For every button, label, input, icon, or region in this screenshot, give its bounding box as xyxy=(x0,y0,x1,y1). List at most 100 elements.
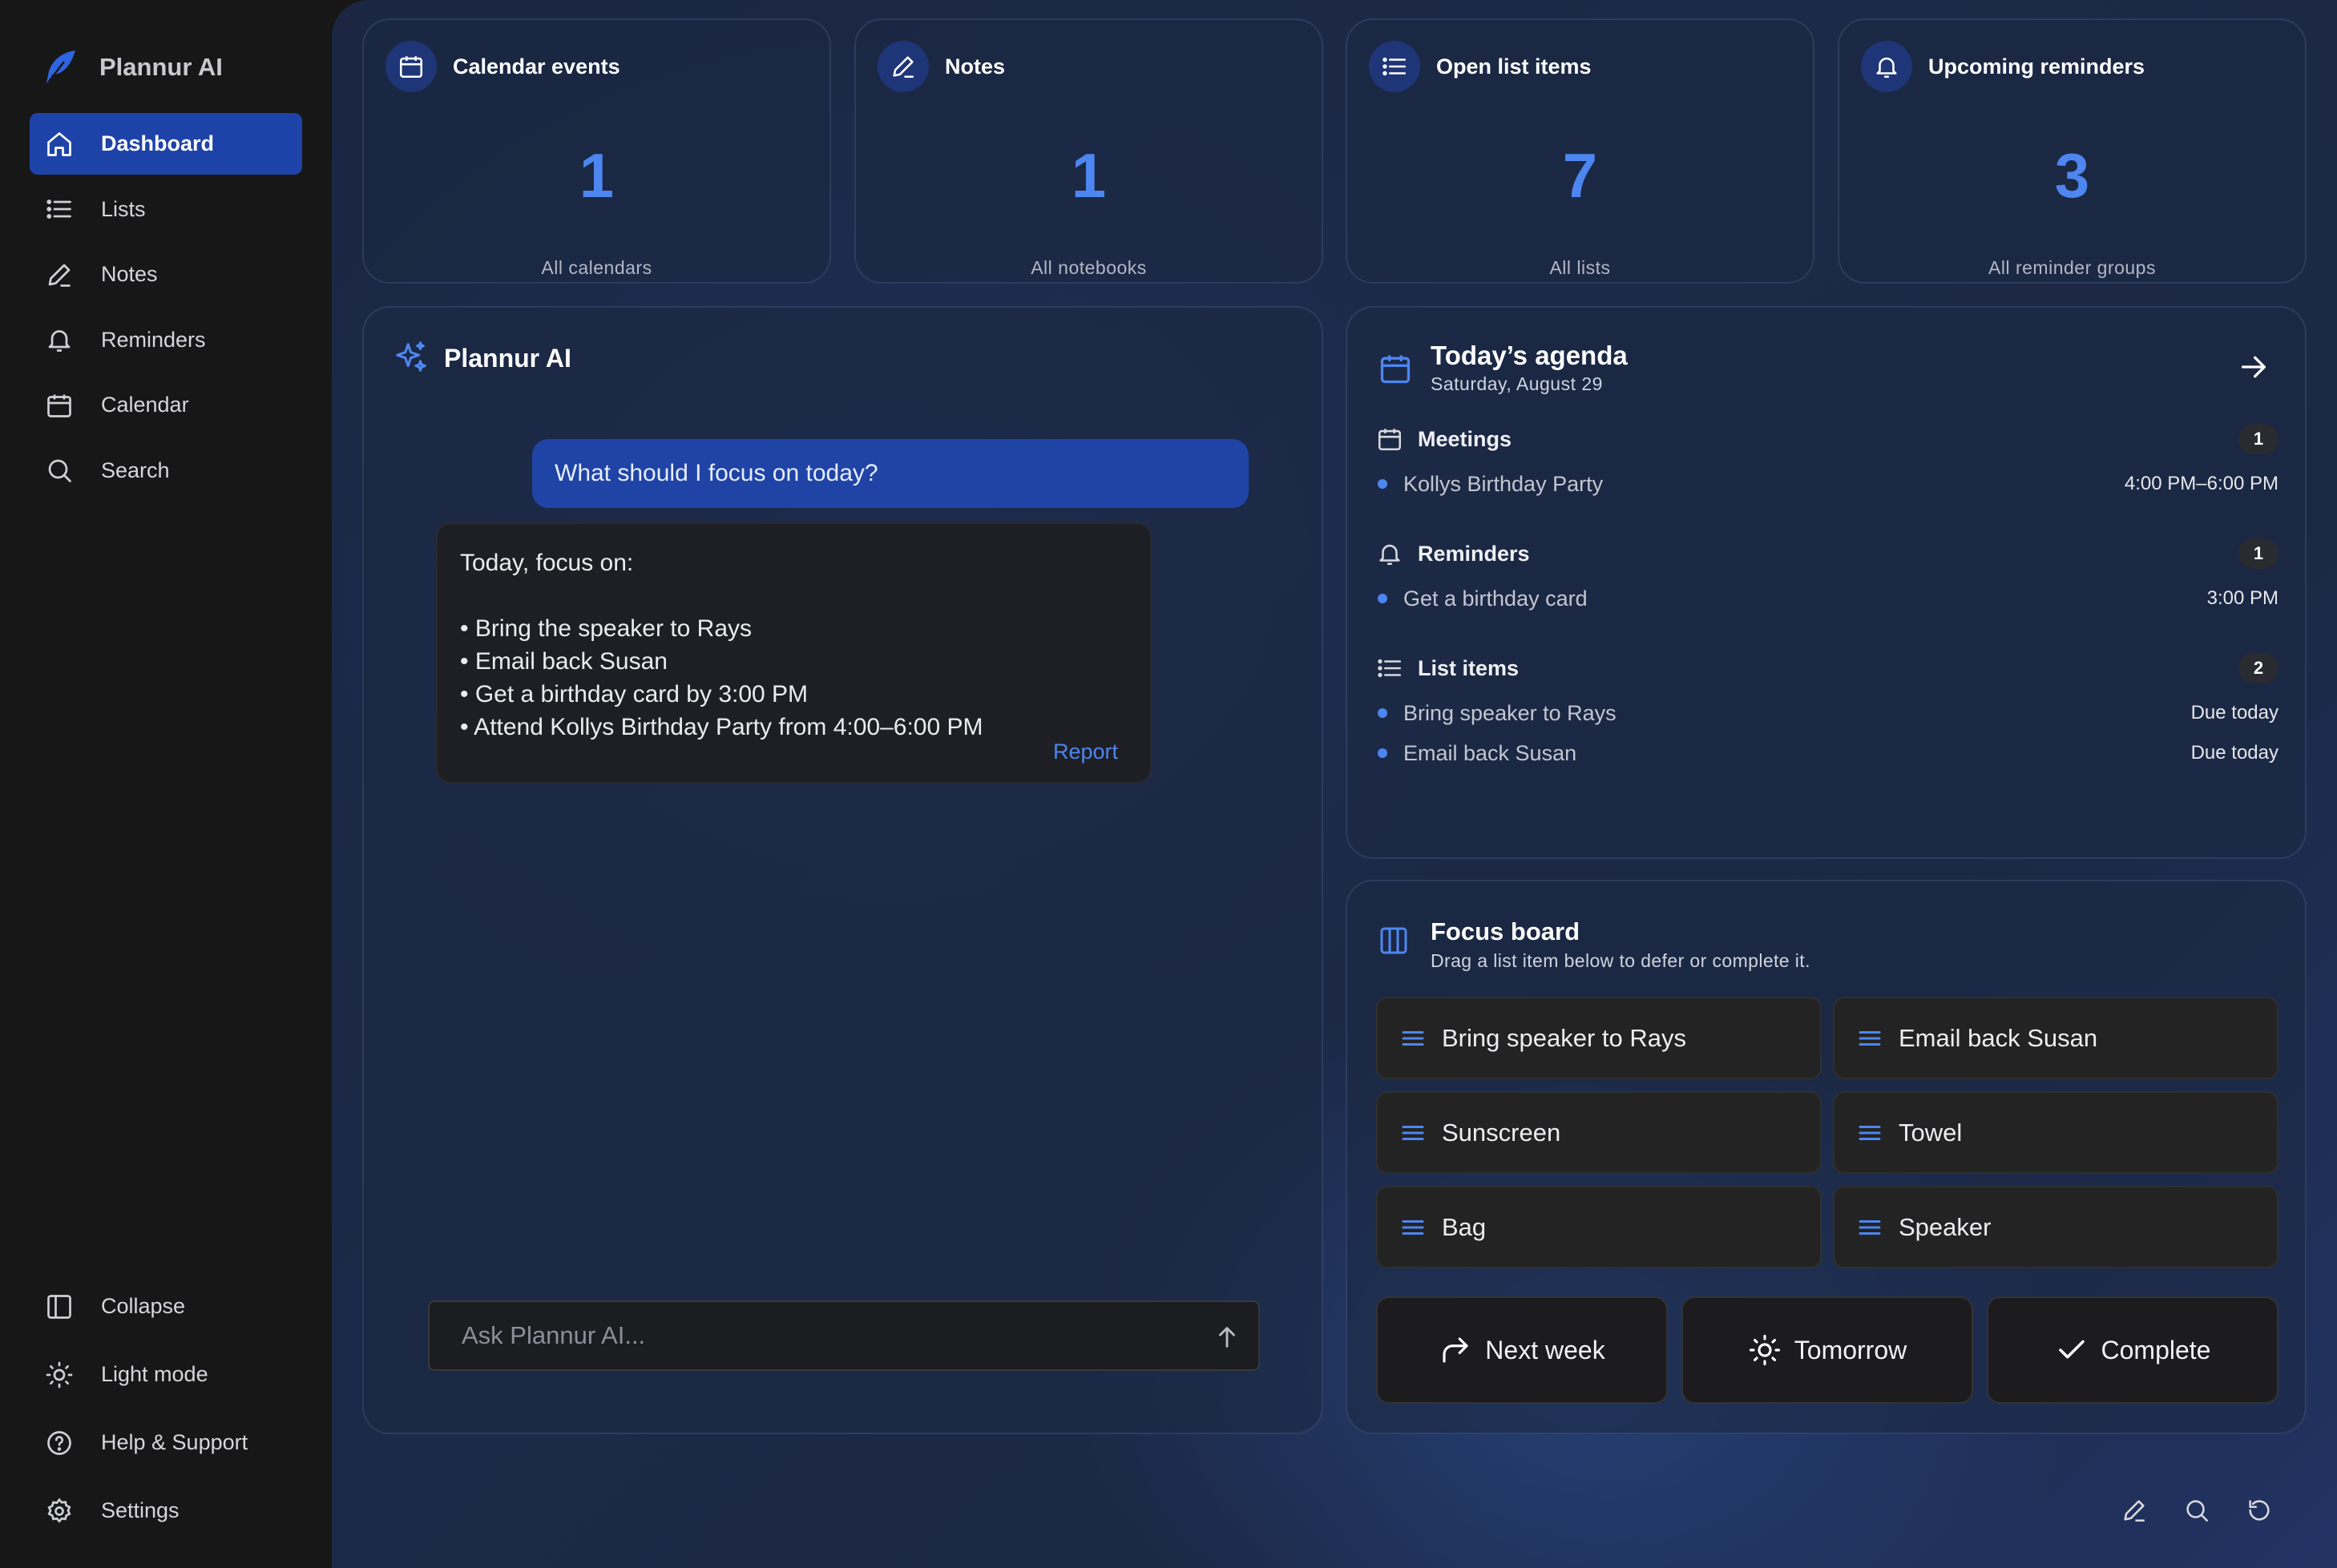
columns-icon xyxy=(1378,925,1410,957)
reply-item: • Email back Susan xyxy=(460,648,668,675)
search-icon[interactable] xyxy=(2183,1497,2210,1524)
arrow-right-icon[interactable] xyxy=(2238,351,2270,383)
light-mode-toggle[interactable]: Light mode xyxy=(30,1340,302,1409)
nav-label: Lists xyxy=(101,196,146,221)
quick-tools xyxy=(2121,1497,2273,1524)
focus-item[interactable]: Sunscreen xyxy=(1376,1091,1822,1174)
sun-icon xyxy=(45,1360,74,1389)
focus-item[interactable]: Towel xyxy=(1833,1091,2278,1174)
button-label: Next week xyxy=(1485,1335,1605,1364)
nav-notes[interactable]: Notes xyxy=(30,244,302,305)
list-icon xyxy=(45,195,74,224)
list-icon xyxy=(1369,41,1420,92)
nav-label: Light mode xyxy=(101,1362,208,1386)
stat-card-upcoming-reminders[interactable]: Upcoming reminders 3 All reminder groups xyxy=(1838,18,2307,284)
agenda-date: Saturday, August 29 xyxy=(1431,373,1603,394)
button-label: Tomorrow xyxy=(1794,1335,1907,1364)
drag-handle-icon[interactable] xyxy=(1399,1024,1442,1053)
stat-title: Upcoming reminders xyxy=(1928,54,2145,79)
calendar-icon xyxy=(1376,425,1418,453)
bullet-dot xyxy=(1378,708,1387,718)
nav-search[interactable]: Search xyxy=(30,440,302,502)
complete-button[interactable]: Complete xyxy=(1987,1296,2278,1404)
search-icon xyxy=(45,456,74,485)
drag-handle-icon[interactable] xyxy=(1855,1119,1899,1147)
bottom-nav: Collapse Light mode Help & Support Setti… xyxy=(30,1272,302,1545)
help-support-link[interactable]: Help & Support xyxy=(30,1409,302,1477)
focus-item-label: Towel xyxy=(1899,1118,1963,1147)
agenda-item[interactable]: Bring speaker to Rays Due today xyxy=(1376,693,2278,733)
section-label: Reminders xyxy=(1418,541,1530,566)
edit-pen-icon[interactable] xyxy=(2121,1497,2148,1524)
sun-icon xyxy=(1748,1333,1794,1367)
next-week-button[interactable]: Next week xyxy=(1376,1296,1668,1404)
nav-label: Help & Support xyxy=(101,1430,248,1454)
pen-icon xyxy=(878,41,929,92)
refresh-icon[interactable] xyxy=(2246,1497,2273,1524)
count-badge: 1 xyxy=(2238,538,2278,569)
settings-link[interactable]: Settings xyxy=(30,1477,302,1545)
drag-handle-icon[interactable] xyxy=(1855,1024,1899,1053)
nav-label: Notes xyxy=(101,262,158,286)
list-icon xyxy=(1376,655,1418,682)
ai-chat-panel: Plannur AI What should I focus on today?… xyxy=(362,306,1323,1434)
report-link[interactable]: Report xyxy=(1053,740,1118,764)
bell-icon xyxy=(1376,540,1418,567)
agenda-item-name: Bring speaker to Rays xyxy=(1403,700,1617,725)
stat-value: 1 xyxy=(1071,140,1107,211)
stat-card-calendar-events[interactable]: Calendar events 1 All calendars xyxy=(362,18,831,284)
agenda-item[interactable]: Email back Susan Due today xyxy=(1376,733,2278,773)
nav-lists[interactable]: Lists xyxy=(30,179,302,240)
brand[interactable]: Plannur AI xyxy=(40,45,223,90)
focus-board-title: Focus board xyxy=(1431,917,1580,945)
focus-item[interactable]: Bring speaker to Rays xyxy=(1376,997,1822,1079)
calendar-icon xyxy=(385,41,437,92)
nav-reminders[interactable]: Reminders xyxy=(30,309,302,371)
agenda-item[interactable]: Kollys Birthday Party 4:00 PM–6:00 PM xyxy=(1376,464,2278,504)
stat-value: 7 xyxy=(1562,140,1598,211)
agenda-item-due: Due today xyxy=(2190,702,2278,724)
drag-handle-icon[interactable] xyxy=(1399,1213,1442,1242)
focus-item[interactable]: Bag xyxy=(1376,1186,1822,1268)
help-circle-icon xyxy=(45,1429,74,1457)
bullet-dot xyxy=(1378,748,1387,758)
nav-calendar[interactable]: Calendar xyxy=(30,374,302,436)
brand-name: Plannur AI xyxy=(99,53,223,81)
stat-card-notes[interactable]: Notes 1 All notebooks xyxy=(854,18,1323,284)
home-icon xyxy=(45,130,74,159)
reply-item: • Get a birthday card by 3:00 PM xyxy=(460,681,809,707)
ai-reply: Today, focus on: • Bring the speaker to … xyxy=(436,522,1152,784)
section-label: List items xyxy=(1418,655,1520,680)
drag-handle-icon[interactable] xyxy=(1855,1213,1899,1242)
user-message: What should I focus on today? xyxy=(532,439,1249,508)
stat-subtitle: All reminder groups xyxy=(1988,257,2156,278)
focus-item[interactable]: Email back Susan xyxy=(1833,997,2278,1079)
todays-agenda-panel: Today’s agenda Saturday, August 29 Meeti… xyxy=(1346,306,2307,859)
sidebar-panel-icon xyxy=(45,1292,74,1321)
send-arrow-up-icon[interactable] xyxy=(1213,1324,1241,1351)
calendar-icon xyxy=(45,391,74,420)
nav-label: Collapse xyxy=(101,1294,186,1318)
sparkles-icon xyxy=(393,340,444,377)
focus-item[interactable]: Speaker xyxy=(1833,1186,2278,1268)
tomorrow-button[interactable]: Tomorrow xyxy=(1681,1296,1973,1404)
drag-handle-icon[interactable] xyxy=(1399,1119,1442,1147)
focus-item-label: Sunscreen xyxy=(1442,1118,1561,1147)
chat-input-box xyxy=(428,1300,1260,1371)
agenda-section-reminders: Reminders 1 Get a birthday card 3:00 PM xyxy=(1376,538,2278,619)
nav-label: Calendar xyxy=(101,393,189,417)
focus-board-panel: Focus board Drag a list item below to de… xyxy=(1346,880,2307,1434)
bell-icon xyxy=(45,325,74,354)
gear-icon xyxy=(45,1497,74,1526)
agenda-item[interactable]: Get a birthday card 3:00 PM xyxy=(1376,578,2278,619)
nav-label: Dashboard xyxy=(101,131,215,155)
collapse-button[interactable]: Collapse xyxy=(30,1272,302,1340)
main-nav: Dashboard Lists Notes Reminders Calendar… xyxy=(30,113,302,505)
stat-value: 3 xyxy=(2054,140,2090,211)
nav-dashboard[interactable]: Dashboard xyxy=(30,113,302,175)
stat-card-open-list-items[interactable]: Open list items 7 All lists xyxy=(1346,18,1814,284)
stat-subtitle: All calendars xyxy=(541,257,652,278)
ask-input[interactable] xyxy=(462,1321,1183,1350)
check-icon xyxy=(2055,1333,2101,1367)
reply-item: • Bring the speaker to Rays xyxy=(460,615,753,642)
